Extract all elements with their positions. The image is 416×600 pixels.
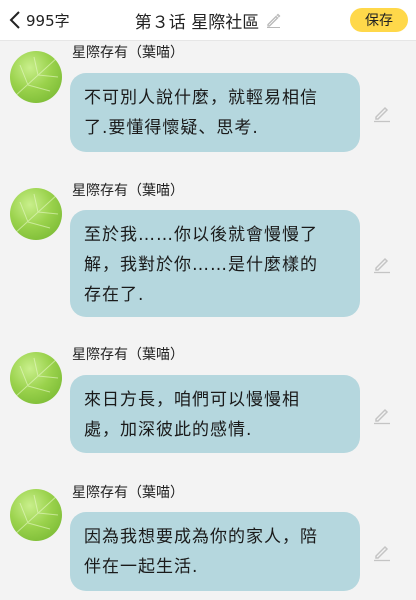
chapter-title[interactable]: 第３话 星際社區 (120, 6, 296, 34)
message-line: 伴在一起生活. (84, 557, 199, 577)
message-line: 因為我想要成為你的家人，陪 (84, 527, 318, 547)
message-bubble: 來日方長，咱們可以慢慢相 處，加深彼此的感情. (70, 375, 360, 453)
message-line: 存在了. (84, 285, 145, 305)
message-bubble: 至於我……你以後就會慢慢了 解，我對於你……是什麼樣的 存在了. (70, 210, 360, 317)
message-line: 處，加深彼此的感情. (84, 420, 253, 440)
leaf-pattern (13, 193, 59, 235)
edit-icon[interactable] (372, 542, 392, 562)
leaf-pattern (13, 357, 59, 399)
message-bubble: 不可別人說什麼，就輕易相信 了.要懂得懷疑、思考. (70, 73, 360, 152)
top-bar: 995字 第３话 星際社區 保存 (0, 0, 416, 41)
avatar[interactable] (10, 352, 62, 404)
message-line: 來日方長，咱們可以慢慢相 (84, 390, 300, 410)
avatar[interactable] (10, 489, 62, 541)
sender-name: 星際存有（葉喵） (72, 183, 184, 199)
message-bubble: 因為我想要成為你的家人，陪 伴在一起生活. (70, 512, 360, 591)
edit-icon[interactable] (372, 405, 392, 425)
save-button[interactable]: 保存 (350, 8, 408, 32)
chapter-title-text: 第３话 星際社區 (134, 12, 260, 33)
message-line: 了.要懂得懷疑、思考. (84, 118, 259, 138)
sender-name: 星際存有（葉喵） (72, 347, 184, 363)
message-line: 至於我……你以後就會慢慢了 (84, 225, 318, 245)
leaf-pattern (13, 56, 59, 98)
message-line: 不可別人說什麼，就輕易相信 (84, 88, 318, 108)
sender-name: 星際存有（葉喵） (72, 45, 184, 61)
leaf-pattern (13, 494, 59, 536)
avatar[interactable] (10, 51, 62, 103)
edit-icon[interactable] (372, 254, 392, 274)
word-count: 995字 (26, 11, 70, 30)
edit-icon[interactable] (372, 103, 392, 123)
pencil-icon (267, 13, 281, 28)
avatar[interactable] (10, 188, 62, 240)
message-line: 解，我對於你……是什麼樣的 (84, 255, 318, 275)
back-button[interactable]: 995字 (8, 6, 70, 34)
sender-name: 星際存有（葉喵） (72, 485, 184, 501)
chevron-left-icon (9, 11, 20, 29)
